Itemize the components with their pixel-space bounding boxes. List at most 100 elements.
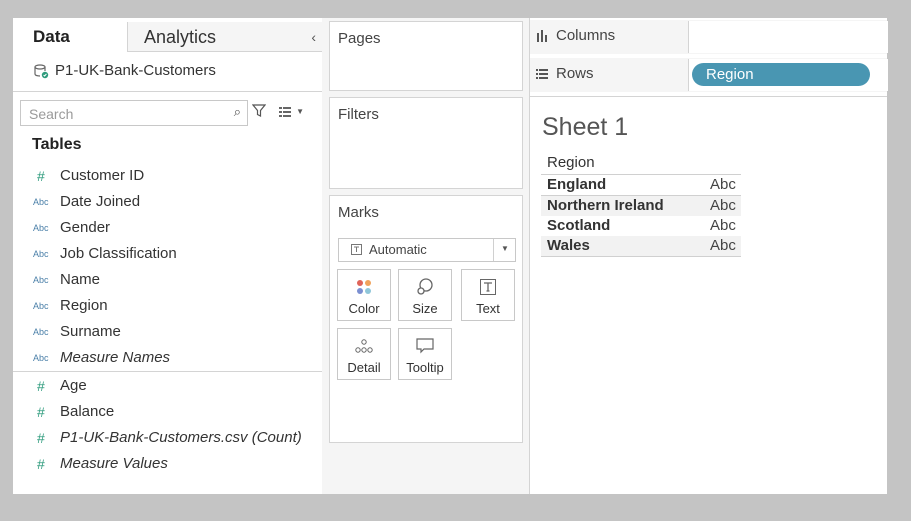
- columns-drop-area[interactable]: [688, 21, 888, 53]
- tooltip-icon: [399, 334, 451, 358]
- detail-label: Detail: [347, 360, 381, 375]
- field-item[interactable]: Abc Job Classification: [33, 241, 177, 267]
- color-label: Color: [348, 301, 380, 316]
- rows-icon: [536, 68, 548, 79]
- number-type-icon: #: [37, 430, 45, 446]
- filters-title: Filters: [338, 106, 379, 123]
- field-label: Age: [60, 377, 87, 394]
- shelves-column: Pages Filters Marks Automatic ▼ Color Si…: [322, 18, 529, 494]
- columns-shelf[interactable]: Columns: [530, 20, 888, 54]
- field-label: Measure Names: [60, 349, 171, 366]
- region-cell: Wales: [547, 237, 590, 254]
- tooltip-button[interactable]: Tooltip: [398, 328, 452, 380]
- datasource-icon: [34, 63, 49, 78]
- field-item[interactable]: Abc Gender: [33, 215, 110, 241]
- tooltip-label: Tooltip: [406, 360, 444, 375]
- search-icon[interactable]: ⌕: [234, 104, 241, 120]
- region-pill[interactable]: Region: [692, 63, 870, 86]
- field-item[interactable]: # P1-UK-Bank-Customers.csv (Count): [33, 425, 302, 451]
- collapse-pane-icon[interactable]: ‹: [311, 22, 316, 52]
- string-type-icon: Abc: [33, 275, 49, 285]
- pages-card[interactable]: Pages: [329, 21, 523, 91]
- field-label: Date Joined: [60, 193, 141, 210]
- field-item[interactable]: Abc Date Joined: [33, 189, 140, 215]
- field-item[interactable]: Abc Measure Names: [33, 345, 170, 371]
- search-input[interactable]: [27, 102, 231, 126]
- filters-card[interactable]: Filters: [329, 97, 523, 189]
- text-mark-icon: [351, 243, 362, 258]
- chevron-down-icon: ▼: [296, 107, 304, 116]
- text-button[interactable]: Text: [461, 269, 515, 321]
- table-row[interactable]: Scotland Abc: [541, 216, 741, 236]
- detail-button[interactable]: Detail: [337, 328, 391, 380]
- string-type-icon: Abc: [33, 353, 49, 363]
- sheet-title[interactable]: Sheet 1: [542, 113, 628, 142]
- mark-type-select[interactable]: Automatic ▼: [338, 238, 516, 262]
- value-cell: Abc: [710, 237, 736, 254]
- divider: [13, 371, 322, 372]
- field-item[interactable]: Abc Surname: [33, 319, 121, 345]
- search-field[interactable]: ⌕: [20, 100, 248, 126]
- table-body: England Abc Northern Ireland Abc Scotland Abc…: [541, 175, 741, 257]
- rows-shelf[interactable]: Rows Region: [530, 58, 888, 92]
- table-header[interactable]: Region: [541, 152, 741, 175]
- string-type-icon: Abc: [33, 223, 49, 233]
- field-item[interactable]: # Customer ID: [33, 163, 144, 189]
- region-cell: England: [547, 176, 607, 193]
- region-cell: Scotland: [547, 217, 611, 234]
- field-item[interactable]: Abc Name: [33, 267, 100, 293]
- table-row[interactable]: Northern Ireland Abc: [541, 196, 741, 216]
- field-label: Customer ID: [60, 167, 145, 184]
- tab-analytics[interactable]: Analytics ‹: [128, 22, 322, 52]
- string-type-icon: Abc: [33, 249, 49, 259]
- field-item[interactable]: Abc Region: [33, 293, 108, 319]
- value-cell: Abc: [710, 176, 736, 193]
- columns-shelf-label: Columns: [536, 27, 615, 44]
- pages-title: Pages: [338, 30, 381, 47]
- field-label: Gender: [60, 219, 111, 236]
- color-button[interactable]: Color: [337, 269, 391, 321]
- filter-icon[interactable]: [252, 104, 266, 118]
- data-pane: Data Analytics ‹ P1-UK-Bank-Customers ⌕ …: [13, 18, 323, 494]
- table-row[interactable]: Wales Abc: [541, 236, 741, 257]
- field-label: Region: [60, 297, 108, 314]
- string-type-icon: Abc: [33, 327, 49, 337]
- tab-analytics-label: Analytics: [144, 27, 217, 47]
- tables-heading: Tables: [32, 136, 82, 153]
- number-type-icon: #: [37, 404, 45, 420]
- rows-shelf-label: Rows: [536, 65, 594, 82]
- number-type-icon: #: [37, 456, 45, 472]
- color-icon: [338, 275, 390, 299]
- text-icon: [462, 275, 514, 299]
- size-label: Size: [412, 301, 438, 316]
- marks-card: Marks Automatic ▼ Color Size Text Detail…: [329, 195, 523, 443]
- field-label: Name: [60, 271, 101, 288]
- view-options-icon[interactable]: ▼: [279, 105, 304, 117]
- field-label: Surname: [60, 323, 121, 340]
- field-label: Balance: [60, 403, 115, 420]
- datasource-name: P1-UK-Bank-Customers: [55, 62, 216, 79]
- field-item[interactable]: # Age: [33, 373, 87, 399]
- field-label: Measure Values: [60, 455, 168, 472]
- divider: [530, 96, 887, 97]
- marks-title: Marks: [338, 204, 379, 221]
- rows-label: Rows: [556, 65, 594, 82]
- field-item[interactable]: # Balance: [33, 399, 114, 425]
- string-type-icon: Abc: [33, 301, 49, 311]
- divider: [493, 239, 494, 261]
- divider: [13, 91, 322, 92]
- view-area: Columns Rows Region Sheet 1 Region Engla…: [529, 18, 888, 494]
- tab-data[interactable]: Data: [13, 22, 128, 52]
- value-cell: Abc: [710, 217, 736, 234]
- field-label: P1-UK-Bank-Customers.csv (Count): [60, 429, 302, 446]
- mark-type-label: Automatic: [369, 242, 427, 257]
- region-cell: Northern Ireland: [547, 197, 664, 214]
- chevron-down-icon: ▼: [501, 244, 509, 253]
- table-row[interactable]: England Abc: [541, 175, 741, 196]
- number-type-icon: #: [37, 168, 45, 184]
- datasource[interactable]: P1-UK-Bank-Customers: [33, 62, 216, 79]
- field-item[interactable]: # Measure Values: [33, 451, 168, 477]
- size-button[interactable]: Size: [398, 269, 452, 321]
- value-cell: Abc: [710, 197, 736, 214]
- text-label: Text: [476, 301, 500, 316]
